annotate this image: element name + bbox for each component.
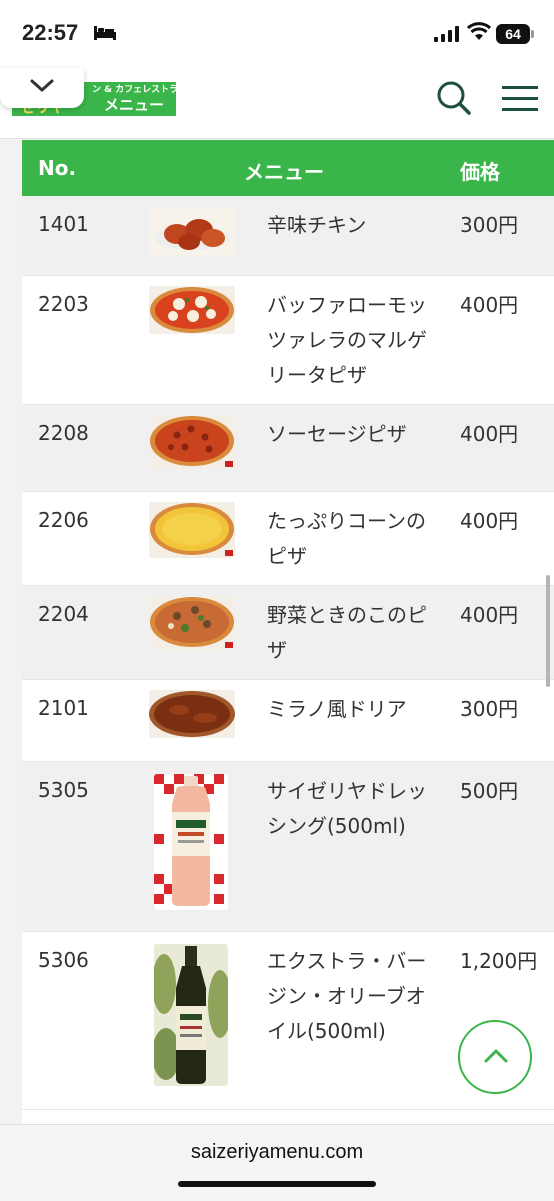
menu-table: No. メニュー 価格 1401 辛味チキン 300円 2203 バッファローモ…: [22, 140, 554, 1124]
table-body: 1401 辛味チキン 300円 2203 バッファローモッツァレラのマルゲリータ…: [22, 196, 554, 1110]
item-price: 400円: [460, 422, 519, 446]
dressing-bottle-image: [154, 774, 228, 910]
item-name: 辛味チキン: [267, 213, 367, 237]
table-header: No. メニュー 価格: [22, 140, 554, 196]
sausage-pizza-image: [149, 415, 235, 469]
table-row[interactable]: 1401 辛味チキン 300円: [22, 196, 554, 276]
logo-main-text: メニュー: [104, 96, 165, 114]
item-name: 野菜ときのこのピザ: [267, 603, 427, 662]
url-text: saizeriyamenu.com: [190, 1141, 364, 1163]
item-number: 2101: [38, 696, 89, 720]
item-price: 400円: [460, 509, 519, 533]
item-number: 5306: [38, 948, 89, 972]
header-price: 価格: [460, 160, 500, 184]
status-time: 22:57: [22, 20, 79, 45]
spicy-chicken-image: [149, 208, 235, 256]
table-row[interactable]: 2204 野菜ときのこのピザ 400円: [22, 586, 554, 680]
item-number: 2206: [38, 508, 89, 532]
table-row[interactable]: 2203 バッファローモッツァレラのマルゲリータピザ 400円: [22, 276, 554, 405]
item-price: 400円: [460, 293, 519, 317]
item-price: 400円: [460, 603, 519, 627]
item-name: バッファローモッツァレラのマルゲリータピザ: [267, 293, 427, 387]
item-number: 1401: [38, 212, 89, 236]
table-row[interactable]: 2101 ミラノ風ドリア 300円: [22, 680, 554, 762]
corn-pizza-image: [149, 502, 235, 558]
item-name: ミラノ風ドリア: [267, 697, 407, 721]
scroll-indicator[interactable]: [546, 575, 550, 687]
item-price: 300円: [460, 213, 519, 237]
item-number: 2208: [38, 421, 89, 445]
item-name: ソーセージピザ: [267, 422, 407, 446]
status-bar: 22:57 64: [0, 0, 554, 68]
table-row[interactable]: 2206 たっぷりコーンのピザ 400円: [22, 492, 554, 586]
sleep-focus-icon: [94, 26, 116, 40]
milano-doria-image: [149, 690, 235, 738]
battery-indicator: 64: [496, 24, 530, 44]
margherita-pizza-image: [149, 286, 235, 334]
chevron-up-icon: [484, 1049, 508, 1063]
collapse-toolbar-button[interactable]: [0, 68, 84, 108]
search-icon[interactable]: [436, 80, 472, 116]
battery-tip: [531, 30, 534, 38]
back-to-top-button[interactable]: [458, 1020, 532, 1094]
item-price: 500円: [460, 779, 519, 803]
home-indicator[interactable]: [178, 1181, 376, 1187]
header-menu: メニュー: [244, 160, 324, 184]
item-name: エクストラ・バージン・オリーブオイル(500ml): [267, 949, 427, 1043]
browser-url-bar[interactable]: saizeriyamenu.com: [0, 1124, 554, 1201]
hamburger-menu-icon[interactable]: [502, 84, 538, 114]
header-no: No.: [38, 156, 77, 180]
item-name: たっぷりコーンのピザ: [267, 509, 426, 568]
item-price: 1,200円: [460, 949, 538, 973]
vegetable-mushroom-pizza-image: [149, 596, 235, 650]
olive-oil-bottle-image: [154, 944, 228, 1086]
item-number: 5305: [38, 778, 89, 802]
table-row[interactable]: 2208 ソーセージピザ 400円: [22, 405, 554, 492]
cellular-signal-icon: [434, 26, 459, 42]
item-name: サイゼリヤドレッシング(500ml): [267, 779, 427, 838]
item-number: 2203: [38, 292, 89, 316]
wifi-icon: [467, 22, 491, 40]
item-price: 300円: [460, 697, 519, 721]
item-number: 2204: [38, 602, 89, 626]
chevron-down-icon: [30, 79, 54, 92]
table-row[interactable]: 5305 サイゼリヤドレッシング(500ml) 500円: [22, 762, 554, 932]
